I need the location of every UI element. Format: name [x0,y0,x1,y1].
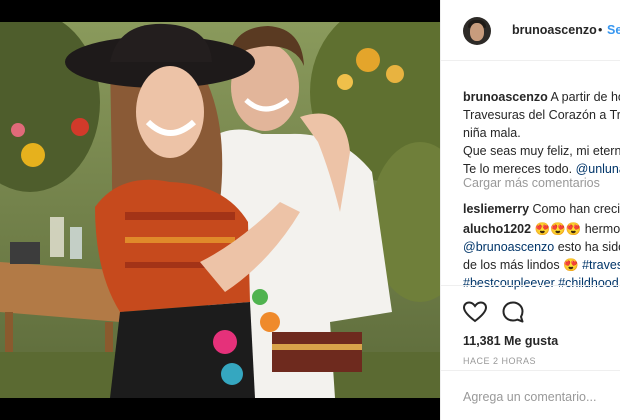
caption-line: Te lo mereces todo. [463,162,576,176]
avatar[interactable] [463,17,491,45]
comment-text: de los más lindos 😍 [463,258,583,272]
load-more-comments-button[interactable]: Cargar más comentarios [463,176,600,190]
caption-line: Que seas muy feliz, mi eterna travesura. [463,144,620,158]
comment-author[interactable]: lesliemerry [463,202,529,216]
heart-icon[interactable] [463,300,487,324]
post-sidebar: brunoascenzo • Seguir brunoascenzo A par… [440,0,620,420]
comment: de los más lindos 😍 #travesuras [463,256,620,274]
follow-button[interactable]: Seguir [607,23,620,37]
comment-hashtag[interactable]: #travesuras [582,258,620,272]
caption-author[interactable]: brunoascenzo [463,90,548,104]
add-comment-placeholder: Agrega un comentario... [463,390,597,404]
couple-photo [0,22,440,398]
comment-mention[interactable]: @brunoascenzo [463,240,554,254]
caption-line: Travesuras del Corazón a Travesuras del [463,108,620,122]
post-caption: brunoascenzo A partir de hoy Travesuras … [463,88,620,178]
post-timestamp: HACE 2 HORAS [463,356,537,366]
comment-icon[interactable] [501,300,525,324]
add-comment-field[interactable]: Agrega un comentario... [441,370,620,420]
comment: lesliemerry Como han crecido [463,200,620,218]
author-username[interactable]: brunoascenzo [512,23,597,37]
like-count[interactable]: 11,381 Me gusta [463,334,558,348]
comment-text: Como han crecido [532,202,620,216]
comment-author[interactable]: alucho1202 [463,222,531,236]
post-photo[interactable] [0,22,440,398]
caption-mention[interactable]: @unlunar [576,162,620,176]
comment: alucho1202 😍😍😍 hermosos [463,220,620,238]
comment-text: esto ha sido [554,240,620,254]
caption-line: A partir de hoy [550,90,620,104]
comment: @brunoascenzo esto ha sido [463,238,620,256]
caption-line: niña mala. [463,126,521,140]
separator-dot: • [598,23,603,37]
post-header: brunoascenzo • Seguir [441,0,620,61]
comment-text: 😍😍😍 hermosos [534,222,620,236]
